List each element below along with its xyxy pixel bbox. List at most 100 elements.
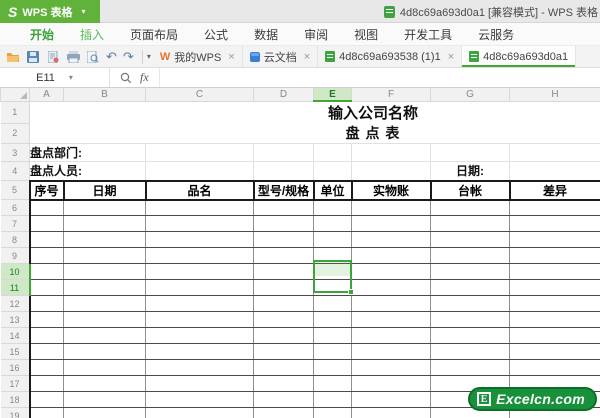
cell-A9[interactable] — [28, 247, 64, 264]
cell-E14[interactable] — [313, 327, 352, 344]
tab-insert[interactable]: 插入 — [80, 26, 104, 43]
cell-G3[interactable] — [430, 143, 510, 162]
column-header-H[interactable]: H — [509, 88, 600, 102]
tab-data[interactable]: 数据 — [254, 26, 278, 43]
cell-D15[interactable] — [253, 343, 314, 360]
cell-A12[interactable] — [28, 295, 64, 312]
column-header-B[interactable]: B — [63, 88, 146, 102]
cell-C13[interactable] — [145, 311, 254, 328]
cell-F4[interactable] — [351, 161, 431, 181]
header-cell-ledger[interactable]: 台帐 — [429, 179, 511, 201]
header-cell-seq[interactable]: 序号 — [28, 179, 65, 201]
cell-G8[interactable] — [430, 231, 510, 248]
cell-A6[interactable] — [28, 199, 64, 216]
row-header-1[interactable]: 1 — [0, 100, 30, 124]
row-header-14[interactable]: 14 — [0, 327, 30, 344]
cell-D4[interactable] — [253, 161, 314, 181]
cell-G15[interactable] — [430, 343, 510, 360]
column-header-F[interactable]: F — [351, 88, 431, 102]
search-icon[interactable] — [120, 72, 132, 84]
save-icon[interactable] — [26, 50, 40, 64]
company-title-cell[interactable]: 输入公司名称 — [146, 101, 600, 123]
cell-E4[interactable] — [313, 161, 352, 181]
cell-E16[interactable] — [313, 359, 352, 376]
row-header-4[interactable]: 4 — [0, 161, 30, 181]
doc-tab-other-workbook[interactable]: 4d8c69a693538 (1)1 × — [318, 46, 463, 67]
cell-E10[interactable] — [313, 263, 352, 280]
chevron-down-icon[interactable]: ▾ — [81, 7, 85, 16]
cell-G14[interactable] — [430, 327, 510, 344]
cell-A11[interactable] — [28, 279, 64, 296]
cell-B19[interactable] — [63, 407, 146, 418]
cell-D14[interactable] — [253, 327, 314, 344]
cell-C4[interactable] — [145, 161, 254, 181]
cell-H8[interactable] — [509, 231, 600, 248]
cell-G6[interactable] — [430, 199, 510, 216]
cell-H3[interactable] — [509, 143, 600, 162]
sheet-title-cell[interactable]: 盘 点 表 — [146, 123, 600, 144]
close-icon[interactable]: × — [304, 51, 310, 63]
row-header-15[interactable]: 15 — [0, 343, 30, 360]
cell-D16[interactable] — [253, 359, 314, 376]
open-folder-icon[interactable] — [6, 50, 20, 64]
row-header-10[interactable]: 10 — [0, 263, 31, 280]
cell-C7[interactable] — [145, 215, 254, 232]
tab-review[interactable]: 审阅 — [304, 26, 328, 43]
print-icon[interactable] — [66, 50, 80, 64]
cell-D18[interactable] — [253, 391, 314, 408]
cell-B16[interactable] — [63, 359, 146, 376]
cell-E7[interactable] — [313, 215, 352, 232]
cell-H13[interactable] — [509, 311, 600, 328]
cell-C17[interactable] — [145, 375, 254, 392]
cell-E6[interactable] — [313, 199, 352, 216]
cell-D6[interactable] — [253, 199, 314, 216]
cell-A7[interactable] — [28, 215, 64, 232]
row-header-13[interactable]: 13 — [0, 311, 30, 328]
cell-A10[interactable] — [28, 263, 64, 280]
cell-F18[interactable] — [351, 391, 431, 408]
toolbar-dropdown-icon[interactable]: ▾ — [147, 52, 151, 61]
cell-D7[interactable] — [253, 215, 314, 232]
cell-F7[interactable] — [351, 215, 431, 232]
cell-F10[interactable] — [351, 263, 431, 280]
cell-B10[interactable] — [63, 263, 146, 280]
cell-G10[interactable] — [430, 263, 510, 280]
dept-label-cell[interactable]: 盘点部门: — [29, 143, 146, 162]
cell-H7[interactable] — [509, 215, 600, 232]
row-header-8[interactable]: 8 — [0, 231, 30, 248]
cell-B15[interactable] — [63, 343, 146, 360]
cell-C11[interactable] — [145, 279, 254, 296]
select-all-corner[interactable] — [0, 88, 30, 102]
cell-H6[interactable] — [509, 199, 600, 216]
cell-F9[interactable] — [351, 247, 431, 264]
cell-A14[interactable] — [28, 327, 64, 344]
cell-F6[interactable] — [351, 199, 431, 216]
cell-H12[interactable] — [509, 295, 600, 312]
cell-A2[interactable] — [30, 123, 146, 144]
cell-A17[interactable] — [28, 375, 64, 392]
tab-home[interactable]: 开始 — [30, 26, 54, 43]
cell-F11[interactable] — [351, 279, 431, 296]
cell-F17[interactable] — [351, 375, 431, 392]
cell-A16[interactable] — [28, 359, 64, 376]
formula-input[interactable] — [159, 68, 600, 87]
cell-C19[interactable] — [145, 407, 254, 418]
doc-tab-my-wps[interactable]: W 我的WPS × — [153, 46, 243, 67]
cell-C10[interactable] — [145, 263, 254, 280]
cell-A18[interactable] — [28, 391, 64, 408]
cell-D19[interactable] — [253, 407, 314, 418]
cell-E9[interactable] — [313, 247, 352, 264]
cell-B13[interactable] — [63, 311, 146, 328]
cell-E12[interactable] — [313, 295, 352, 312]
cell-A19[interactable] — [28, 407, 64, 418]
cell-D8[interactable] — [253, 231, 314, 248]
person-label-cell[interactable]: 盘点人员: — [29, 161, 146, 181]
cell-H15[interactable] — [509, 343, 600, 360]
tab-cloud[interactable]: 云服务 — [478, 26, 514, 43]
cell-H11[interactable] — [509, 279, 600, 296]
column-header-G[interactable]: G — [430, 88, 510, 102]
row-header-19[interactable]: 19 — [0, 407, 30, 418]
row-header-18[interactable]: 18 — [0, 391, 30, 408]
cell-F14[interactable] — [351, 327, 431, 344]
cell-C18[interactable] — [145, 391, 254, 408]
